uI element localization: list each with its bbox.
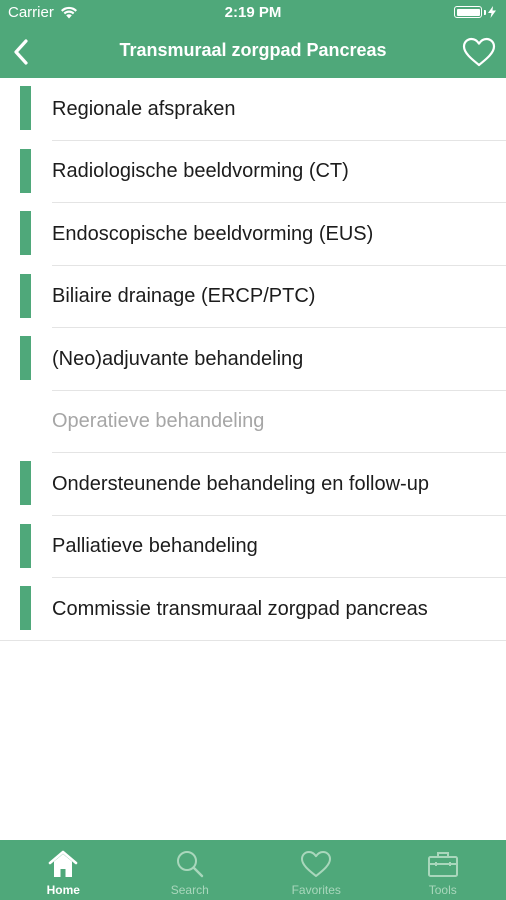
list-item[interactable]: (Neo)adjuvante behandeling: [0, 328, 506, 391]
list-item-label: (Neo)adjuvante behandeling: [52, 347, 304, 370]
item-marker: [20, 461, 31, 505]
item-marker: [20, 86, 31, 130]
favorite-button[interactable]: [460, 35, 498, 69]
list-item[interactable]: Palliatieve behandeling: [0, 516, 506, 578]
item-marker: [20, 586, 31, 630]
battery-icon: [454, 6, 496, 18]
topic-list: Regionale afspraken Radiologische beeldv…: [0, 78, 506, 641]
app-header: Carrier 2:19 PM Transmuraal zorgpad Panc…: [0, 0, 506, 78]
item-marker: [20, 336, 31, 380]
list-item-disabled: Operatieve behandeling: [0, 391, 506, 453]
list-item-label: Radiologische beeldvorming (CT): [52, 160, 349, 183]
item-marker: [20, 273, 31, 318]
tab-label: Favorites: [291, 883, 341, 897]
search-icon: [173, 847, 207, 881]
clock: 2:19 PM: [224, 4, 282, 21]
charging-bolt-icon: [488, 6, 496, 18]
page-title: Transmuraal zorgpad Pancreas: [119, 40, 387, 60]
tab-home[interactable]: Home: [0, 840, 127, 900]
list-item-label: Palliatieve behandeling: [52, 535, 258, 558]
list-item[interactable]: Radiologische beeldvorming (CT): [0, 141, 506, 203]
heart-icon: [299, 847, 333, 881]
divider: [0, 639, 506, 641]
heart-icon: [462, 37, 496, 67]
list-item[interactable]: Regionale afspraken: [0, 78, 506, 141]
toolbox-icon: [426, 847, 460, 881]
back-button[interactable]: [6, 36, 36, 68]
tab-label: Tools: [428, 883, 457, 897]
status-bar: Carrier 2:19 PM: [0, 0, 506, 26]
home-icon: [46, 847, 80, 881]
list-item-label: Regionale afspraken: [52, 97, 236, 120]
item-marker: [20, 211, 31, 255]
tab-label: Home: [46, 883, 80, 897]
tab-tools[interactable]: Tools: [380, 840, 506, 900]
list-item-label: Biliaire drainage (ERCP/PTC): [52, 285, 316, 308]
list-item-label: Operatieve behandeling: [52, 410, 265, 433]
list-item-label: Ondersteunende behandeling en follow-up: [52, 472, 429, 495]
tab-bar: Home Search Favorites Tools: [0, 840, 506, 900]
list-item-label: Commissie transmuraal zorgpad pancreas: [52, 597, 428, 620]
navigation-bar: Transmuraal zorgpad Pancreas: [0, 26, 506, 78]
list-item-label: Endoscopische beeldvorming (EUS): [52, 222, 374, 245]
chevron-left-icon: [14, 39, 28, 65]
list-item[interactable]: Biliaire drainage (ERCP/PTC): [0, 266, 506, 328]
list-item[interactable]: Commissie transmuraal zorgpad pancreas: [0, 578, 506, 641]
tab-search[interactable]: Search: [127, 840, 254, 900]
item-marker: [20, 523, 31, 568]
tab-favorites[interactable]: Favorites: [253, 840, 380, 900]
item-marker: [20, 148, 31, 193]
tab-label: Search: [170, 883, 209, 897]
list-item[interactable]: Endoscopische beeldvorming (EUS): [0, 203, 506, 266]
list-item[interactable]: Ondersteunende behandeling en follow-up: [0, 453, 506, 516]
